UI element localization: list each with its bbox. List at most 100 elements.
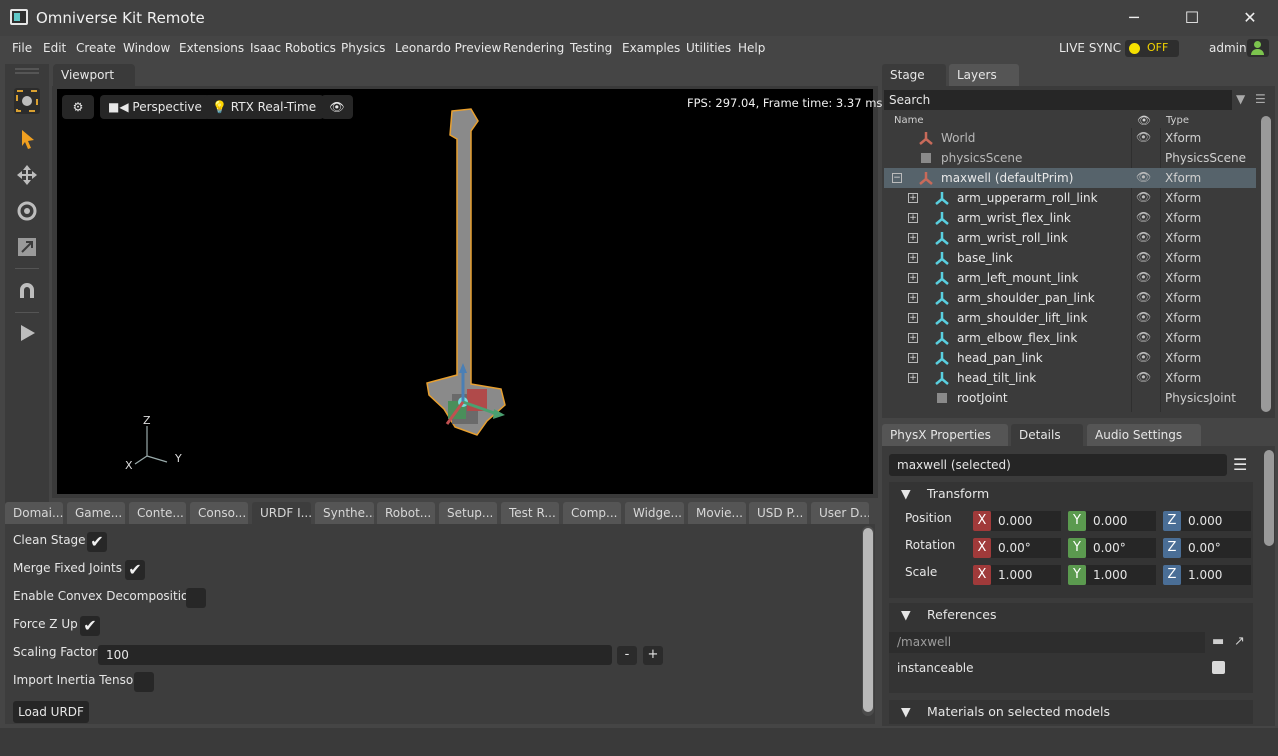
tab-movie[interactable]: Movie...	[688, 502, 746, 524]
tab-viewport[interactable]: Viewport	[53, 64, 135, 86]
urdf-scrollbar[interactable]	[862, 526, 874, 716]
stage-row[interactable]: + arm_shoulder_pan_link 👁 Xform	[884, 288, 1256, 308]
menu-utilities[interactable]: Utilities	[686, 41, 731, 55]
menu-examples[interactable]: Examples	[622, 41, 680, 55]
force-z-up-checkbox[interactable]: ✔	[80, 616, 100, 636]
materials-collapse-icon[interactable]: ▼	[901, 704, 911, 719]
position-z-field[interactable]: 0.000	[1181, 511, 1251, 531]
expand-icon[interactable]: +	[908, 253, 918, 263]
tab-physx-properties[interactable]: PhysX Properties	[882, 424, 1008, 446]
tab-content[interactable]: Conte...	[129, 502, 186, 524]
visibility-eye-icon[interactable]: 👁	[1136, 290, 1151, 304]
menu-extensions[interactable]: Extensions	[179, 41, 244, 55]
live-sync-toggle[interactable]: OFF	[1125, 40, 1179, 57]
stage-row[interactable]: + head_pan_link 👁 Xform	[884, 348, 1256, 368]
stage-row[interactable]: + base_link 👁 Xform	[884, 248, 1256, 268]
stage-row[interactable]: + head_tilt_link 👁 Xform	[884, 368, 1256, 388]
eye-icon[interactable]: 👁	[1137, 114, 1151, 127]
visibility-eye-icon[interactable]: 👁	[1136, 210, 1151, 224]
instanceable-checkbox[interactable]	[1212, 661, 1225, 674]
camera-button[interactable]: ■◀ Perspective	[100, 95, 210, 119]
stage-row[interactable]: + arm_shoulder_lift_link 👁 Xform	[884, 308, 1256, 328]
select-arrow-icon[interactable]	[14, 126, 40, 152]
visibility-eye-icon[interactable]: 👁	[1136, 190, 1151, 204]
expand-icon[interactable]: +	[908, 333, 918, 343]
menu-help[interactable]: Help	[738, 41, 765, 55]
maximize-button[interactable]: ☐	[1182, 8, 1202, 28]
expand-icon[interactable]: +	[908, 193, 918, 203]
visibility-eye-icon[interactable]: 👁	[1136, 310, 1151, 324]
scale-z-field[interactable]: 1.000	[1181, 565, 1251, 585]
tab-usd-paths[interactable]: USD P...	[749, 502, 807, 524]
visibility-eye-icon[interactable]: 👁	[1136, 330, 1151, 344]
menu-create[interactable]: Create	[76, 41, 116, 55]
viewport-settings-button[interactable]: ⚙	[62, 95, 94, 119]
visibility-eye-icon[interactable]: 👁	[1136, 170, 1151, 184]
visibility-eye-icon[interactable]: 👁	[1136, 350, 1151, 364]
rotation-y-field[interactable]: 0.00°	[1086, 538, 1156, 558]
tab-console[interactable]: Conso...	[190, 502, 248, 524]
tab-user-docs[interactable]: User D...	[811, 502, 869, 524]
menu-edit[interactable]: Edit	[43, 41, 66, 55]
menu-file[interactable]: File	[12, 41, 32, 55]
menu-testing[interactable]: Testing	[570, 41, 612, 55]
stage-scrollbar[interactable]	[1261, 116, 1271, 412]
position-x-field[interactable]: 0.000	[991, 511, 1061, 531]
stage-row[interactable]: + arm_wrist_roll_link 👁 Xform	[884, 228, 1256, 248]
convex-decomposition-checkbox[interactable]	[186, 588, 206, 608]
open-external-icon[interactable]: ↗	[1234, 634, 1245, 649]
tab-stage[interactable]: Stage	[882, 64, 946, 86]
reference-path-input[interactable]: /maxwell	[889, 632, 1205, 653]
move-icon[interactable]	[14, 162, 40, 188]
snap-magnet-icon[interactable]	[14, 278, 40, 304]
menu-window[interactable]: Window	[123, 41, 170, 55]
scaling-factor-input[interactable]	[98, 645, 612, 665]
stage-row[interactable]: rootJoint PhysicsJoint	[884, 388, 1256, 408]
position-y-field[interactable]: 0.000	[1086, 511, 1156, 531]
menu-rendering[interactable]: Rendering	[503, 41, 564, 55]
visibility-eye-icon[interactable]: 👁	[1136, 130, 1151, 144]
scale-x-field[interactable]: 1.000	[991, 565, 1061, 585]
folder-icon[interactable]: ▬	[1212, 634, 1224, 649]
load-urdf-button[interactable]: Load URDF	[13, 701, 89, 723]
visibility-button[interactable]: 👁	[321, 95, 353, 119]
stage-row[interactable]: physicsScene PhysicsScene	[884, 148, 1256, 168]
visibility-eye-icon[interactable]: 👁	[1136, 250, 1151, 264]
play-icon[interactable]	[14, 320, 40, 346]
viewport-canvas[interactable]: Z X Y	[57, 89, 873, 494]
transform-collapse-icon[interactable]: ▼	[901, 486, 911, 501]
menu-icon[interactable]: ☰	[1233, 456, 1251, 474]
references-collapse-icon[interactable]: ▼	[901, 607, 911, 622]
expand-icon[interactable]: +	[908, 293, 918, 303]
expand-icon[interactable]: +	[908, 313, 918, 323]
expand-icon[interactable]: +	[908, 353, 918, 363]
tab-setup[interactable]: Setup...	[439, 502, 497, 524]
import-inertia-checkbox[interactable]	[134, 672, 154, 692]
expand-icon[interactable]: +	[908, 213, 918, 223]
collapse-icon[interactable]: −	[892, 173, 902, 183]
options-icon[interactable]: ☰	[1255, 92, 1269, 106]
menu-leonardo-preview[interactable]: Leonardo Preview	[395, 41, 501, 55]
scale-icon[interactable]	[14, 234, 40, 260]
tab-game[interactable]: Game...	[67, 502, 125, 524]
minimize-button[interactable]: ─	[1124, 8, 1144, 28]
rotation-x-field[interactable]: 0.00°	[991, 538, 1061, 558]
tab-robot[interactable]: Robot...	[377, 502, 435, 524]
stage-row[interactable]: − maxwell (defaultPrim) 👁 Xform	[884, 168, 1256, 188]
tab-domain[interactable]: Domai...	[5, 502, 63, 524]
properties-scrollbar[interactable]	[1264, 450, 1274, 546]
tab-layers[interactable]: Layers	[949, 64, 1019, 86]
renderer-button[interactable]: 💡 RTX Real-Time	[204, 95, 325, 119]
merge-fixed-joints-checkbox[interactable]: ✔	[125, 560, 145, 580]
expand-icon[interactable]: +	[908, 273, 918, 283]
camera-focus-icon[interactable]	[14, 88, 40, 114]
clean-stage-checkbox[interactable]: ✔	[87, 532, 107, 552]
expand-icon[interactable]: +	[908, 373, 918, 383]
stage-row[interactable]: + arm_upperarm_roll_link 👁 Xform	[884, 188, 1256, 208]
scaling-decrement-button[interactable]: -	[617, 646, 637, 665]
expand-icon[interactable]: +	[908, 233, 918, 243]
stage-row[interactable]: + arm_elbow_flex_link 👁 Xform	[884, 328, 1256, 348]
tab-synthetic[interactable]: Synthe...	[315, 502, 374, 524]
tab-components[interactable]: Comp...	[563, 502, 621, 524]
filter-icon[interactable]: ▼	[1236, 92, 1250, 106]
